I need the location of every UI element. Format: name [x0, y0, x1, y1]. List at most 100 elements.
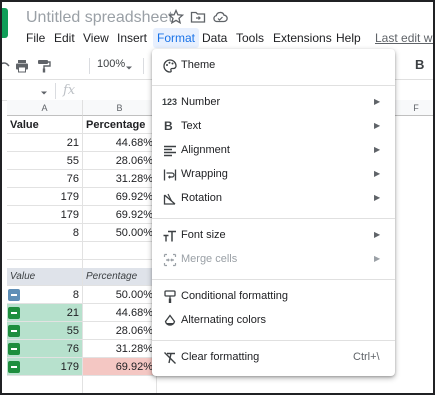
menu-item-label: Conditional formatting [181, 290, 289, 302]
app-window: Untitled spreadsheet File Edit View Inse… [0, 0, 435, 395]
table-cell[interactable]: 21 [7, 134, 83, 152]
zoom-chevron-down-icon[interactable] [124, 60, 140, 76]
menu-item-label: Alternating colors [181, 314, 266, 326]
menu-item-label: Wrapping [181, 168, 228, 180]
menu-item-label: Clear formatting [181, 351, 260, 363]
fx-icon: fx [63, 83, 76, 98]
menu-divider [152, 218, 395, 219]
menu-insert[interactable]: Insert [113, 28, 151, 48]
table-cell[interactable]: 44.68% [83, 134, 157, 152]
empty-cell[interactable] [7, 376, 83, 393]
empty-cell[interactable] [7, 242, 83, 260]
table-header-percentage[interactable]: Percentage [83, 268, 157, 286]
color-fill-icon [162, 313, 178, 329]
palette-icon [162, 58, 178, 74]
submenu-arrow-icon: ▶ [374, 97, 381, 106]
menu-item-label: Merge cells [181, 253, 238, 265]
table-cell[interactable]: 50.00% [83, 224, 157, 242]
formula-divider [55, 83, 56, 99]
menu-item-number[interactable]: 123 Number ▶ [152, 92, 395, 114]
table-cell[interactable]: 69.92% [83, 206, 157, 224]
menu-item-font-size[interactable]: Font size ▶ [152, 225, 395, 247]
menu-tools[interactable]: Tools [232, 28, 268, 48]
table-cell[interactable]: 28.06% [83, 152, 157, 170]
table-cell[interactable]: 69.92% [83, 358, 157, 376]
name-box-chevron-down-icon[interactable] [39, 85, 55, 101]
clear-format-icon [162, 350, 178, 366]
menu-item-label: Text [181, 120, 202, 132]
paint-format-icon[interactable] [36, 58, 52, 74]
row-toggle-button[interactable] [8, 343, 20, 355]
menu-divider [152, 279, 395, 280]
column-header-b[interactable]: B [83, 100, 157, 116]
menu-divider [152, 340, 395, 341]
table-cell[interactable]: 76 [7, 170, 83, 188]
table-cell[interactable]: 55 [7, 152, 83, 170]
submenu-arrow-icon: ▶ [374, 230, 381, 239]
table-cell[interactable]: 8 [7, 224, 83, 242]
menu-item-wrapping[interactable]: Wrapping ▶ [152, 164, 395, 186]
align-left-icon [162, 143, 178, 159]
menu-item-label: Theme [181, 59, 216, 71]
submenu-arrow-icon: ▶ [374, 254, 381, 263]
table-cell[interactable]: 31.28% [83, 170, 157, 188]
table-header-value[interactable]: Value [7, 116, 83, 134]
menu-view[interactable]: View [79, 28, 113, 48]
merge-cells-icon [162, 252, 178, 268]
menu-extensions[interactable]: Extensions [269, 28, 336, 48]
menu-item-label: Font size [181, 229, 226, 241]
menu-item-theme[interactable]: Theme [152, 55, 395, 77]
table-header-value[interactable]: Value [7, 268, 83, 286]
table-cell[interactable]: 44.68% [83, 304, 157, 322]
zoom-select[interactable]: 100% [97, 58, 125, 70]
font-size-icon [162, 228, 178, 244]
menu-item-label: Number [181, 96, 221, 108]
column-header-a[interactable]: A [7, 100, 83, 116]
row-toggle-button[interactable] [8, 325, 20, 337]
bold-button[interactable]: B [415, 57, 424, 72]
table-cell[interactable]: 179 [7, 206, 83, 224]
table-cell[interactable]: 179 [7, 188, 83, 206]
menu-item-merge-cells[interactable]: Merge cells ▶ [152, 249, 395, 271]
table-cell[interactable]: 50.00% [83, 286, 157, 304]
menu-item-rotation[interactable]: Rotation ▶ [152, 188, 395, 210]
menu-data[interactable]: Data [198, 28, 231, 48]
row-toggle-button[interactable] [8, 289, 20, 301]
menu-edit[interactable]: Edit [50, 28, 79, 48]
menu-help[interactable]: Help [332, 28, 365, 48]
menu-item-clear-formatting[interactable]: Clear formatting Ctrl+\ [152, 347, 395, 369]
column-header-f[interactable]: F [395, 100, 433, 116]
star-icon[interactable] [167, 8, 185, 25]
bold-icon: B [164, 119, 173, 133]
text-wrap-icon [162, 167, 178, 183]
submenu-arrow-icon: ▶ [374, 169, 381, 178]
document-title[interactable]: Untitled spreadsheet [26, 9, 173, 27]
keyboard-shortcut: Ctrl+\ [353, 351, 380, 363]
row-toggle-button[interactable] [8, 361, 20, 373]
table-cell[interactable]: 69.92% [83, 188, 157, 206]
table-header-percentage[interactable]: Percentage [83, 116, 157, 134]
number-format-icon: 123 [162, 97, 178, 107]
move-folder-icon[interactable] [190, 9, 206, 25]
menu-item-text[interactable]: B Text ▶ [152, 116, 395, 138]
menu-item-alternating-colors[interactable]: Alternating colors [152, 310, 395, 332]
cloud-status-icon[interactable] [212, 9, 228, 25]
toolbar-divider [89, 58, 90, 74]
menu-item-label: Alignment [181, 144, 230, 156]
menu-file[interactable]: File [22, 28, 49, 48]
empty-cell[interactable] [83, 242, 157, 260]
row-toggle-button[interactable] [8, 307, 20, 319]
menu-format[interactable]: Format [153, 28, 200, 48]
submenu-arrow-icon: ▶ [374, 193, 381, 202]
empty-cell[interactable] [83, 376, 157, 393]
last-edit-link[interactable]: Last edit was [375, 31, 433, 45]
menu-item-alignment[interactable]: Alignment ▶ [152, 140, 395, 162]
menu-item-label: Rotation [181, 192, 222, 204]
format-menu: Theme 123 Number ▶ B Text ▶ Alignment ▶ … [152, 49, 395, 376]
text-rotation-icon [162, 191, 178, 207]
table-cell[interactable]: 28.06% [83, 322, 157, 340]
redo-icon[interactable] [2, 58, 12, 74]
print-icon[interactable] [14, 58, 30, 74]
menu-item-conditional-formatting[interactable]: Conditional formatting [152, 286, 395, 308]
table-cell[interactable]: 31.28% [83, 340, 157, 358]
